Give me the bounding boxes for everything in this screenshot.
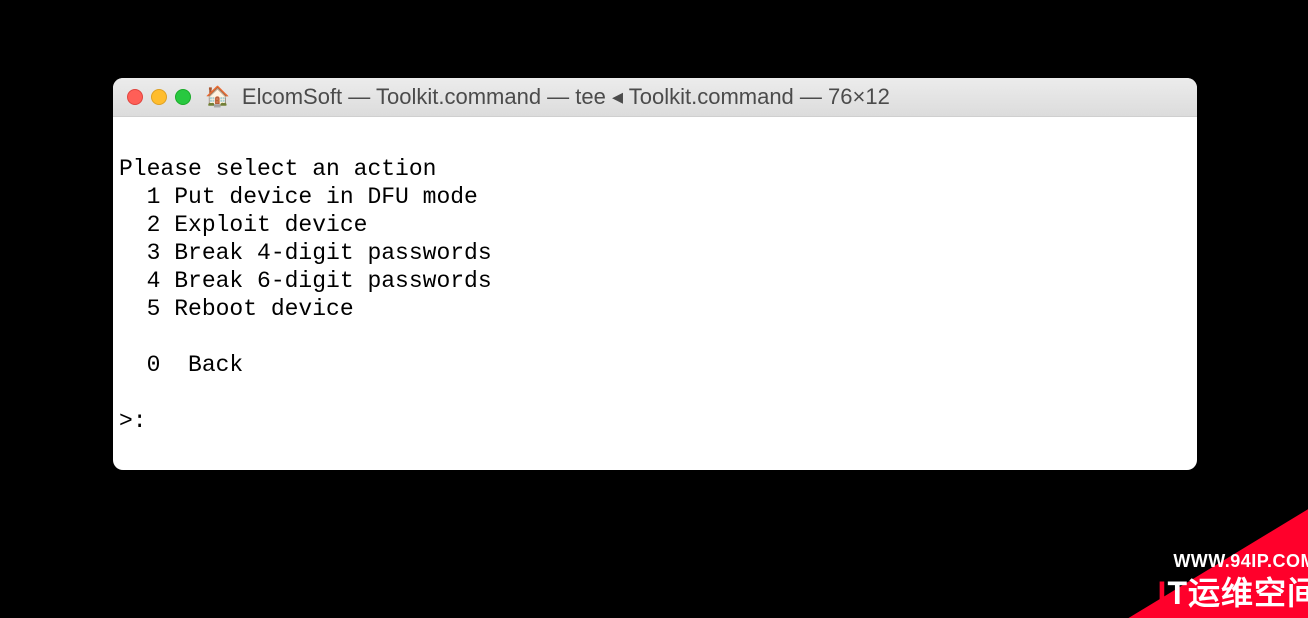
terminal-window: 🏠 ElcomSoft — Toolkit.command — tee ◂ To… [113,78,1197,470]
menu-back: 0 Back [119,352,243,378]
watermark-brand: IT运维空间 [1158,568,1308,614]
watermark-brand-rest: T运维空间 [1167,575,1308,611]
menu-option: 5 Reboot device [119,296,354,322]
terminal-output[interactable]: Please select an action 1 Put device in … [113,117,1197,435]
home-icon: 🏠 [205,87,230,107]
minimize-icon[interactable] [151,89,167,105]
watermark-url: WWW.94IP.COM [1173,551,1308,572]
window-titlebar[interactable]: 🏠 ElcomSoft — Toolkit.command — tee ◂ To… [113,78,1197,117]
watermark: WWW.94IP.COM IT运维空间 [996,458,1308,618]
maximize-icon[interactable] [175,89,191,105]
menu-option: 4 Break 6-digit passwords [119,268,492,294]
close-icon[interactable] [127,89,143,105]
menu-option: 3 Break 4-digit passwords [119,240,492,266]
watermark-brand-accent: I [1158,575,1168,611]
watermark-triangle [1046,468,1308,618]
menu-option: 2 Exploit device [119,212,367,238]
prompt[interactable]: >: [119,408,160,434]
menu-header: Please select an action [119,156,436,182]
menu-option: 1 Put device in DFU mode [119,184,478,210]
window-title: ElcomSoft — Toolkit.command — tee ◂ Tool… [242,84,890,110]
